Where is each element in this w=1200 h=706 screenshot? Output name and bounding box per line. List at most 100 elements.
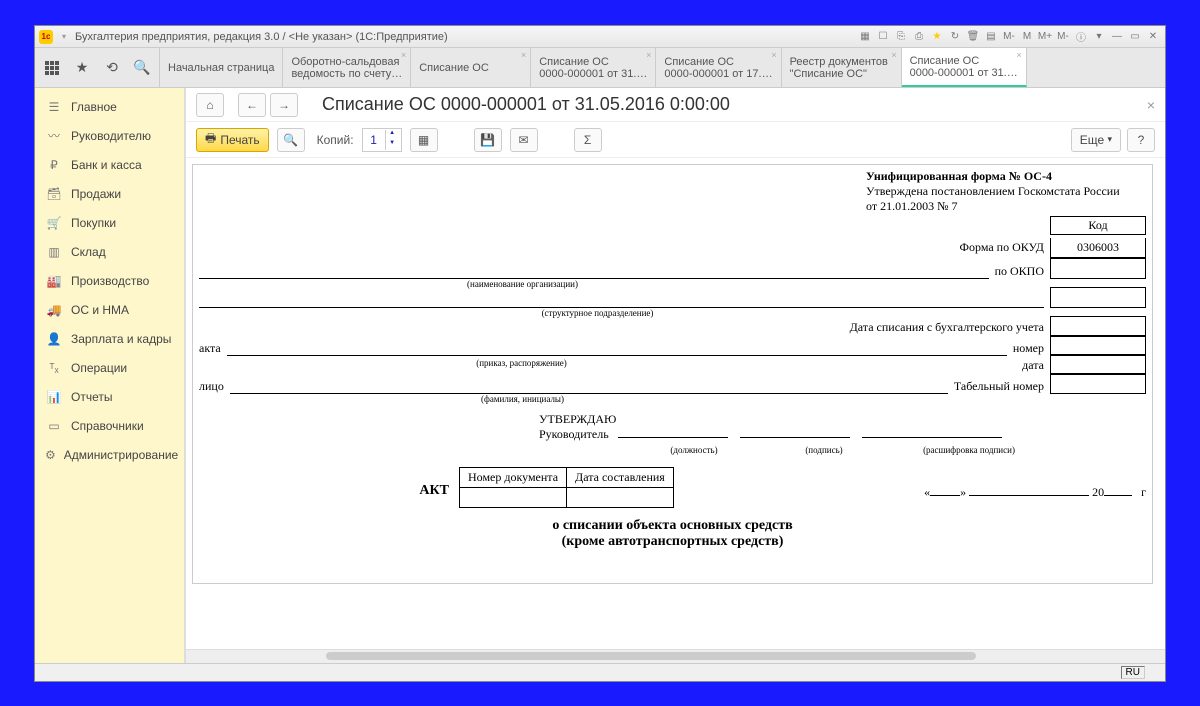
sigma-button[interactable]: Σ [574, 128, 602, 152]
tab-4[interactable]: ×Списание ОС0000-000001 от 17.… [656, 48, 781, 87]
date-cell [1050, 354, 1146, 375]
grid-button[interactable]: ▦ [410, 128, 438, 152]
sidebar-item-production[interactable]: 🏭Производство [35, 266, 184, 295]
lang-indicator[interactable]: RU [1121, 666, 1145, 679]
copies-stepper[interactable]: ▲▼ [362, 128, 402, 152]
help-button[interactable]: ? [1127, 128, 1155, 152]
menu-icon: ☰ [45, 100, 63, 114]
close-icon[interactable]: × [1016, 50, 1021, 60]
sidebar: ☰Главное 〰Руководителю ₽Банк и касса 🗃Пр… [35, 88, 185, 663]
sidebar-item-refs[interactable]: ▭Справочники [35, 411, 184, 440]
dropdown-icon[interactable]: ▾ [1091, 30, 1107, 44]
home-button[interactable]: ⌂ [196, 93, 224, 117]
sidebar-item-sales[interactable]: 🗃Продажи [35, 179, 184, 208]
dateoff-cell [1050, 316, 1146, 337]
close-icon[interactable]: × [891, 50, 896, 60]
okpo-cell [1050, 258, 1146, 279]
tab-home[interactable]: Начальная страница [160, 48, 283, 87]
ruk-label: Руководитель [539, 427, 609, 441]
title-calc-icon[interactable]: ▤ [983, 30, 999, 44]
more-button[interactable]: Еще ▾ [1071, 128, 1121, 152]
tab-6-active[interactable]: ×Списание ОС0000-000001 от 31.… [902, 48, 1027, 87]
form-approval-2: от 21.01.2003 № 7 [866, 199, 1146, 214]
litso-label: лицо [199, 379, 230, 394]
mail-button[interactable]: ✉ [510, 128, 538, 152]
tab-2[interactable]: ×Списание ОС [411, 48, 531, 87]
tab-1[interactable]: ×Оборотно-сальдоваяведомость по счету… [283, 48, 411, 87]
close-doc-icon[interactable]: × [1147, 97, 1155, 113]
sidebar-item-manager[interactable]: 〰Руководителю [35, 121, 184, 150]
title-btn-3[interactable]: ⎘ [893, 30, 909, 44]
forward-button[interactable]: → [270, 93, 298, 117]
tab-5[interactable]: ×Реестр документов"Списание ОС" [782, 48, 902, 87]
scrollbar-thumb[interactable] [326, 652, 976, 660]
search-icon[interactable]: 🔍 [133, 59, 151, 77]
dept-hint: (структурное подразделение) [199, 308, 1146, 318]
doc-header: ⌂ ← → Списание ОС 0000-000001 от 31.05.2… [186, 88, 1165, 122]
okpo-label: по ОКПО [989, 264, 1044, 279]
close-icon[interactable]: × [771, 50, 776, 60]
star-icon[interactable]: ★ [73, 59, 91, 77]
spin-up-icon[interactable]: ▲ [385, 130, 399, 140]
warehouse-icon: ▥ [45, 245, 63, 259]
title-m3[interactable]: M+ [1037, 30, 1053, 44]
print-button[interactable]: 🖶Печать [196, 128, 269, 152]
sidebar-item-salary[interactable]: 👤Зарплата и кадры [35, 324, 184, 353]
history-icon[interactable]: ⟲ [103, 59, 121, 77]
close-icon[interactable]: × [646, 50, 651, 60]
copies-input[interactable] [363, 133, 385, 147]
favorite-icon[interactable]: ★ [929, 30, 945, 44]
document-title: Списание ОС 0000-000001 от 31.05.2016 0:… [322, 94, 730, 115]
close-icon[interactable]: × [521, 50, 526, 60]
doc-toolbar: 🖶Печать 🔍 Копий: ▲▼ ▦ 💾 ✉ Σ Еще ▾ ? [186, 122, 1165, 158]
title-btn-6[interactable]: 🗑 [965, 30, 981, 44]
sidebar-item-warehouse[interactable]: ▥Склад [35, 237, 184, 266]
docnum-head: Номер документа [460, 468, 567, 488]
okud-label: Форма по ОКУД [960, 238, 1050, 255]
tab-3[interactable]: ×Списание ОС0000-000001 от 31.… [531, 48, 656, 87]
close-window-icon[interactable]: ✕ [1145, 30, 1161, 44]
title-btn-4[interactable]: ⎙ [911, 30, 927, 44]
title-m1[interactable]: M- [1001, 30, 1017, 44]
document-area[interactable]: Унифицированная форма № ОС-4 Утверждена … [186, 158, 1165, 649]
sidebar-item-operations[interactable]: ᵀₓОперации [35, 353, 184, 382]
decode-hint: (расшифровка подписи) [899, 445, 1039, 455]
sidebar-item-admin[interactable]: ⚙Администрирование [35, 440, 184, 469]
book-icon: ▭ [45, 419, 63, 433]
docdate-cell [567, 488, 674, 508]
preview-button[interactable]: 🔍 [277, 128, 305, 152]
sidebar-item-assets[interactable]: 🚚ОС и НМА [35, 295, 184, 324]
sidebar-item-reports[interactable]: 📊Отчеты [35, 382, 184, 411]
apps-icon[interactable] [43, 59, 61, 77]
docdate-head: Дата составления [567, 468, 674, 488]
bars-icon: 📊 [45, 390, 63, 404]
title-dropdown-icon[interactable]: ▾ [59, 32, 69, 42]
sidebar-item-main[interactable]: ☰Главное [35, 92, 184, 121]
fio-hint: (фамилия, инициалы) [193, 394, 1152, 404]
horizontal-scrollbar[interactable] [186, 649, 1165, 663]
chevron-down-icon: ▾ [1107, 134, 1112, 145]
docnum-cell [460, 488, 567, 508]
save-button[interactable]: 💾 [474, 128, 502, 152]
close-icon[interactable]: × [401, 50, 406, 60]
back-button[interactable]: ← [238, 93, 266, 117]
sidebar-item-bank[interactable]: ₽Банк и касса [35, 150, 184, 179]
approve-label: УТВЕРЖДАЮ [539, 412, 1146, 427]
sidebar-item-purchases[interactable]: 🛒Покупки [35, 208, 184, 237]
title-btn-1[interactable]: ▦ [857, 30, 873, 44]
info-icon[interactable]: ⓘ [1073, 30, 1089, 44]
copies-label: Копий: [317, 133, 354, 147]
spin-down-icon[interactable]: ▼ [385, 140, 399, 150]
title-m4[interactable]: M- [1055, 30, 1071, 44]
title-m2[interactable]: M [1019, 30, 1035, 44]
akt-label: АКТ [199, 467, 459, 499]
maximize-icon[interactable]: ▭ [1127, 30, 1143, 44]
truck-icon: 🚚 [45, 303, 63, 317]
window-title-bar: 1c ▾ Бухгалтерия предприятия, редакция 3… [35, 26, 1165, 48]
title-btn-5[interactable]: ↻ [947, 30, 963, 44]
title-btn-2[interactable]: ☐ [875, 30, 891, 44]
date-label: дата [1022, 358, 1044, 372]
sign-hint: (подпись) [769, 445, 879, 455]
main-toolbar: ★ ⟲ 🔍 Начальная страница ×Оборотно-сальд… [35, 48, 1165, 88]
minimize-icon[interactable]: — [1109, 30, 1125, 44]
